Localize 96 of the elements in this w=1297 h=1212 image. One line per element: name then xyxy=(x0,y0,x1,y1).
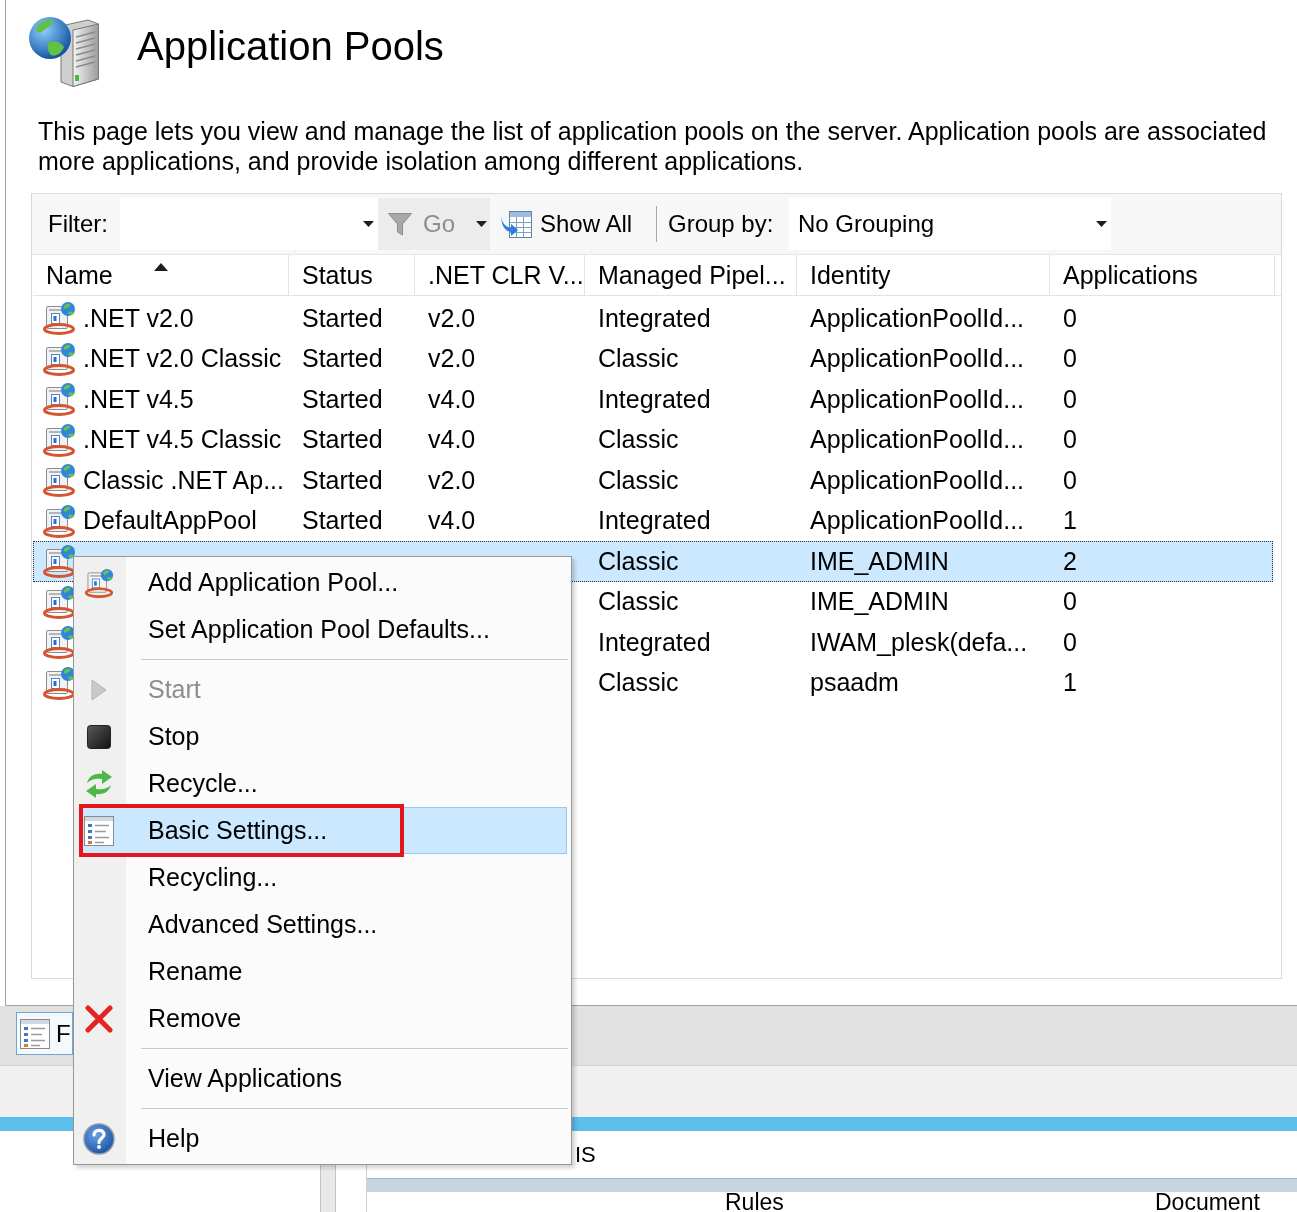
sort-arrow-icon xyxy=(153,263,168,271)
table-cell: Classic xyxy=(598,425,679,455)
column-header[interactable]: Name xyxy=(33,255,289,295)
table-cell: 0 xyxy=(1063,627,1077,657)
caret-icon xyxy=(1096,221,1107,227)
table-cell: ApplicationPoolId... xyxy=(810,344,1025,374)
description-text: more applications, and provide isolation among different applications. xyxy=(38,146,804,176)
table-cell: psaadm xyxy=(810,668,899,698)
menu-item[interactable]: Remove xyxy=(79,995,567,1042)
caret-icon xyxy=(476,221,487,227)
table-cell: IME_ADMIN xyxy=(810,587,949,617)
server-globe-icon xyxy=(42,382,76,417)
table-cell: 0 xyxy=(1063,587,1077,617)
table-cell: 0 xyxy=(1063,344,1077,374)
column-header[interactable]: Applications xyxy=(1050,255,1275,295)
grid-window-icon xyxy=(500,208,532,240)
column-header[interactable]: Managed Pipel... xyxy=(585,255,797,295)
table-cell: ApplicationPoolId... xyxy=(810,303,1025,333)
table-cell: Started xyxy=(302,465,383,495)
table-cell: ApplicationPoolId... xyxy=(810,465,1025,495)
table-cell: Integrated xyxy=(598,506,711,536)
recycle-arrows-icon xyxy=(85,768,113,799)
table-cell: v4.0 xyxy=(428,506,476,536)
table-cell: 0 xyxy=(1063,384,1077,414)
server-globe-icon xyxy=(42,341,76,376)
table-cell: Integrated xyxy=(598,303,711,333)
menu-item[interactable]: Help xyxy=(79,1115,567,1162)
group-by-dropdown[interactable]: No Grouping xyxy=(789,198,1111,250)
play-icon xyxy=(91,678,107,701)
menu-item[interactable]: Recycling... xyxy=(79,854,567,901)
caret-icon xyxy=(363,221,374,227)
globe-server-icon xyxy=(28,15,100,87)
column-header[interactable]: Document xyxy=(1155,1192,1260,1212)
table-cell: Classic xyxy=(598,546,679,576)
table-cell: 0 xyxy=(1063,465,1077,495)
server-globe-icon xyxy=(84,567,114,598)
table-cell: .NET v4.5 xyxy=(83,384,194,414)
view-tab[interactable]: F xyxy=(16,1012,73,1055)
table-cell: 0 xyxy=(1063,303,1077,333)
table-cell: DefaultAppPool xyxy=(83,506,257,536)
menu-item[interactable]: Advanced Settings... xyxy=(79,901,567,948)
column-header[interactable]: Status xyxy=(289,255,415,295)
table-cell: Started xyxy=(302,425,383,455)
page-title: Application Pools xyxy=(137,23,444,70)
table-cell: 2 xyxy=(1063,546,1077,576)
table-cell: 0 xyxy=(1063,425,1077,455)
column-header[interactable]: Identity xyxy=(797,255,1050,295)
table-cell: Classic xyxy=(598,465,679,495)
table-cell: Integrated xyxy=(598,627,711,657)
table-cell: Integrated xyxy=(598,384,711,414)
table-cell: ApplicationPoolId... xyxy=(810,506,1025,536)
help-icon xyxy=(83,1122,115,1155)
table-cell: Classic xyxy=(598,344,679,374)
table-cell: v2.0 xyxy=(428,344,476,374)
table-cell: v2.0 xyxy=(428,303,476,333)
table-cell: .NET v2.0 xyxy=(83,303,194,333)
menu-item[interactable]: Recycle... xyxy=(79,760,567,807)
menu-item[interactable]: Stop xyxy=(79,713,567,760)
cross-icon xyxy=(84,1003,114,1034)
table-cell: Started xyxy=(302,384,383,414)
server-globe-icon xyxy=(42,301,76,336)
table-cell: v4.0 xyxy=(428,425,476,455)
list-window-icon xyxy=(20,1018,50,1049)
list-form-icon xyxy=(84,815,114,846)
table-cell: Started xyxy=(302,506,383,536)
table-cell: .NET v4.5 Classic xyxy=(83,425,282,455)
server-globe-icon xyxy=(42,463,76,498)
column-header[interactable]: Rules xyxy=(725,1192,1155,1212)
table-cell: 1 xyxy=(1063,506,1077,536)
table-cell: v4.0 xyxy=(428,384,476,414)
column-header[interactable]: .NET CLR V... xyxy=(415,255,585,295)
table-cell: Started xyxy=(302,344,383,374)
table-cell: ApplicationPoolId... xyxy=(810,425,1025,455)
table-cell: 1 xyxy=(1063,668,1077,698)
server-globe-icon xyxy=(42,422,76,457)
table-cell: ApplicationPoolId... xyxy=(810,384,1025,414)
table-cell: IME_ADMIN xyxy=(810,546,949,576)
table-cell: Started xyxy=(302,303,383,333)
funnel-icon xyxy=(387,211,413,237)
table-cell: v2.0 xyxy=(428,465,476,495)
menu-item[interactable]: Rename xyxy=(79,948,567,995)
server-globe-icon xyxy=(42,503,76,538)
menu-item[interactable]: View Applications xyxy=(79,1055,567,1102)
pane-label: IS xyxy=(575,1143,596,1167)
filter-label: Filter: xyxy=(48,210,109,238)
menu-item[interactable]: Set Application Pool Defaults... xyxy=(79,606,567,653)
stop-icon xyxy=(87,724,111,749)
description-text: This page lets you view and manage the list of application pools on the server. Application pools are associated xyxy=(38,116,1267,146)
table-cell: .NET v2.0 Classic xyxy=(83,344,282,374)
table-cell: IWAM_plesk(defa... xyxy=(810,627,1028,657)
filter-field[interactable] xyxy=(120,198,378,250)
show-all-button[interactable]: Show All xyxy=(498,198,640,250)
table-cell: Classic .NET Ap... xyxy=(83,465,284,495)
table-cell: Classic xyxy=(598,587,679,617)
table-cell: Classic xyxy=(598,668,679,698)
group-by-label: Group by: xyxy=(668,210,775,238)
